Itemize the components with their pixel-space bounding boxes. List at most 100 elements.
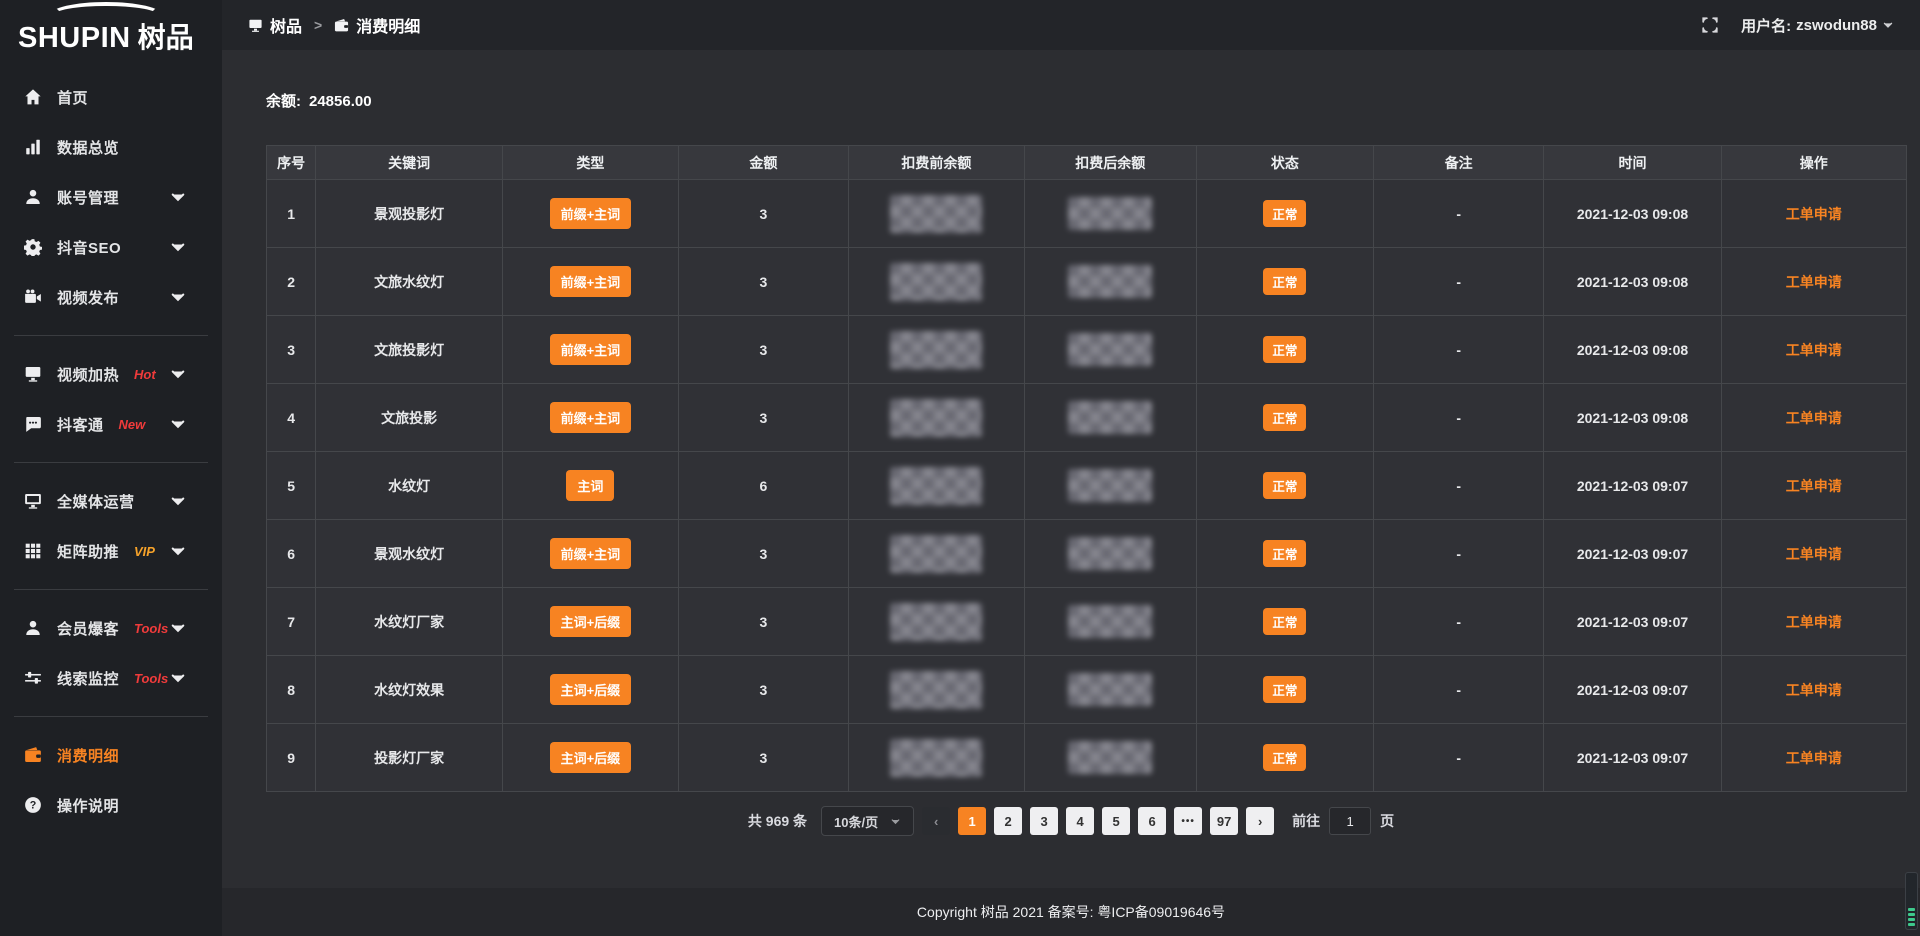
work-order-link[interactable]: 工单申请 — [1786, 682, 1842, 698]
sidebar-item-消费明细[interactable]: 消费明细 — [0, 732, 222, 778]
work-order-link[interactable]: 工单申请 — [1786, 410, 1842, 426]
sidebar-item-抖客通[interactable]: 抖客通New — [0, 401, 222, 447]
sidebar-item-label: 操作说明 — [57, 795, 119, 816]
sidebar-item-抖音SEO[interactable]: 抖音SEO — [0, 224, 222, 270]
status-badge: 正常 — [1263, 404, 1306, 431]
cell-index: 7 — [267, 588, 316, 656]
cell-index: 3 — [267, 316, 316, 384]
page-size-select[interactable]: 10条/页 — [821, 806, 914, 836]
cell-remark: - — [1373, 316, 1544, 384]
sidebar-item-视频发布[interactable]: 视频发布 — [0, 274, 222, 320]
cell-type: 前缀+主词 — [503, 248, 678, 316]
sidebar-item-矩阵助推[interactable]: 矩阵助推VIP — [0, 528, 222, 574]
user-menu[interactable]: 用户名: zswodun88 — [1741, 15, 1894, 36]
logo-arc-decoration — [50, 2, 162, 28]
cell-action: 工单申请 — [1721, 724, 1906, 792]
page-buttons: 123456 ••• 97 — [958, 807, 1238, 835]
cell-balance-before — [849, 316, 1024, 384]
copyright-text: Copyright 树品 2021 备案号: 粤ICP备09019646号 — [917, 902, 1225, 922]
sidebar-item-label: 账号管理 — [57, 187, 119, 208]
table-row-6: 6景观水纹灯前缀+主词3正常-2021-12-03 09:07工单申请 — [267, 520, 1907, 588]
status-badge: 正常 — [1263, 336, 1306, 363]
cell-remark: - — [1373, 588, 1544, 656]
cell-balance-before — [849, 520, 1024, 588]
page-button-6[interactable]: 6 — [1138, 807, 1166, 835]
status-badge: 正常 — [1263, 472, 1306, 499]
page-button-1[interactable]: 1 — [958, 807, 986, 835]
breadcrumb-item-消费明细[interactable]: 消费明细 — [334, 13, 420, 37]
work-order-link[interactable]: 工单申请 — [1786, 614, 1842, 630]
display-icon — [24, 365, 42, 383]
cell-balance-after — [1024, 384, 1196, 452]
display-icon — [248, 18, 263, 33]
chevron-down-icon — [169, 238, 187, 256]
breadcrumb-item-树品[interactable]: 树品 — [248, 13, 302, 37]
sidebar-item-操作说明[interactable]: ? 操作说明 — [0, 782, 222, 828]
sidebar-item-数据总览[interactable]: 数据总览 — [0, 124, 222, 170]
cell-remark: - — [1373, 656, 1544, 724]
masked-balance-before — [890, 603, 982, 641]
work-order-link[interactable]: 工单申请 — [1786, 206, 1842, 222]
cell-time: 2021-12-03 09:07 — [1544, 452, 1721, 520]
work-order-link[interactable]: 工单申请 — [1786, 342, 1842, 358]
cell-keyword: 文旅投影灯 — [316, 316, 503, 384]
table-header-状态: 状态 — [1196, 146, 1373, 180]
page-button-2[interactable]: 2 — [994, 807, 1022, 835]
cell-balance-after — [1024, 588, 1196, 656]
sliders-icon — [24, 669, 42, 687]
cell-action: 工单申请 — [1721, 384, 1906, 452]
status-badge: 正常 — [1263, 200, 1306, 227]
cell-amount: 6 — [678, 452, 849, 520]
page-ellipsis-button[interactable]: ••• — [1174, 807, 1202, 835]
page-button-97[interactable]: 97 — [1210, 807, 1238, 835]
page-button-5[interactable]: 5 — [1102, 807, 1130, 835]
masked-balance-after — [1068, 605, 1152, 638]
sidebar-item-会员爆客[interactable]: 会员爆客Tools — [0, 605, 222, 651]
type-badge: 前缀+主词 — [550, 198, 632, 229]
masked-balance-after — [1068, 537, 1152, 570]
floating-widget[interactable] — [1905, 872, 1918, 930]
cell-action: 工单申请 — [1721, 316, 1906, 384]
sidebar-item-账号管理[interactable]: 账号管理 — [0, 174, 222, 220]
cell-amount: 3 — [678, 180, 849, 248]
goto-page-input[interactable] — [1329, 807, 1371, 835]
cell-type: 前缀+主词 — [503, 384, 678, 452]
chevron-down-icon — [169, 288, 187, 306]
sidebar-item-视频加热[interactable]: 视频加热Hot — [0, 351, 222, 397]
type-badge: 前缀+主词 — [550, 538, 632, 569]
chevron-down-icon — [169, 542, 187, 560]
sidebar-item-label: 会员爆客 — [57, 618, 119, 639]
status-badge: 正常 — [1263, 268, 1306, 295]
sidebar-item-线索监控[interactable]: 线索监控Tools — [0, 655, 222, 701]
page-button-3[interactable]: 3 — [1030, 807, 1058, 835]
sidebar-item-全媒体运营[interactable]: 全媒体运营 — [0, 478, 222, 524]
fullscreen-icon[interactable] — [1701, 16, 1719, 34]
table-header-类型: 类型 — [503, 146, 678, 180]
table-row-2: 2文旅水纹灯前缀+主词3正常-2021-12-03 09:08工单申请 — [267, 248, 1907, 316]
next-page-button[interactable]: › — [1246, 807, 1274, 835]
work-order-link[interactable]: 工单申请 — [1786, 274, 1842, 290]
cell-time: 2021-12-03 09:08 — [1544, 180, 1721, 248]
table-row-4: 4文旅投影前缀+主词3正常-2021-12-03 09:08工单申请 — [267, 384, 1907, 452]
goto-label: 前往 — [1292, 811, 1320, 831]
table-header-时间: 时间 — [1544, 146, 1721, 180]
question-icon: ? — [24, 796, 42, 814]
masked-balance-after — [1068, 333, 1152, 366]
prev-page-button[interactable]: ‹ — [922, 807, 950, 835]
work-order-link[interactable]: 工单申请 — [1786, 478, 1842, 494]
sidebar-divider — [14, 462, 208, 463]
sidebar-item-首页[interactable]: 首页 — [0, 74, 222, 120]
balance-label: 余额: — [266, 93, 301, 110]
grid-icon — [24, 542, 42, 560]
sidebar-item-label: 抖客通 — [57, 414, 104, 435]
page-button-4[interactable]: 4 — [1066, 807, 1094, 835]
breadcrumb: 树品>消费明细 — [248, 13, 420, 37]
main-content: 余额:24856.00 序号关键词类型金额扣费前余额扣费后余额状态备注时间操作 … — [222, 50, 1920, 936]
cell-keyword: 水纹灯厂家 — [316, 588, 503, 656]
masked-balance-after — [1068, 401, 1152, 434]
widget-stripe — [1908, 918, 1915, 921]
work-order-link[interactable]: 工单申请 — [1786, 546, 1842, 562]
work-order-link[interactable]: 工单申请 — [1786, 750, 1842, 766]
widget-stripe — [1908, 908, 1915, 911]
masked-balance-before — [890, 535, 982, 573]
